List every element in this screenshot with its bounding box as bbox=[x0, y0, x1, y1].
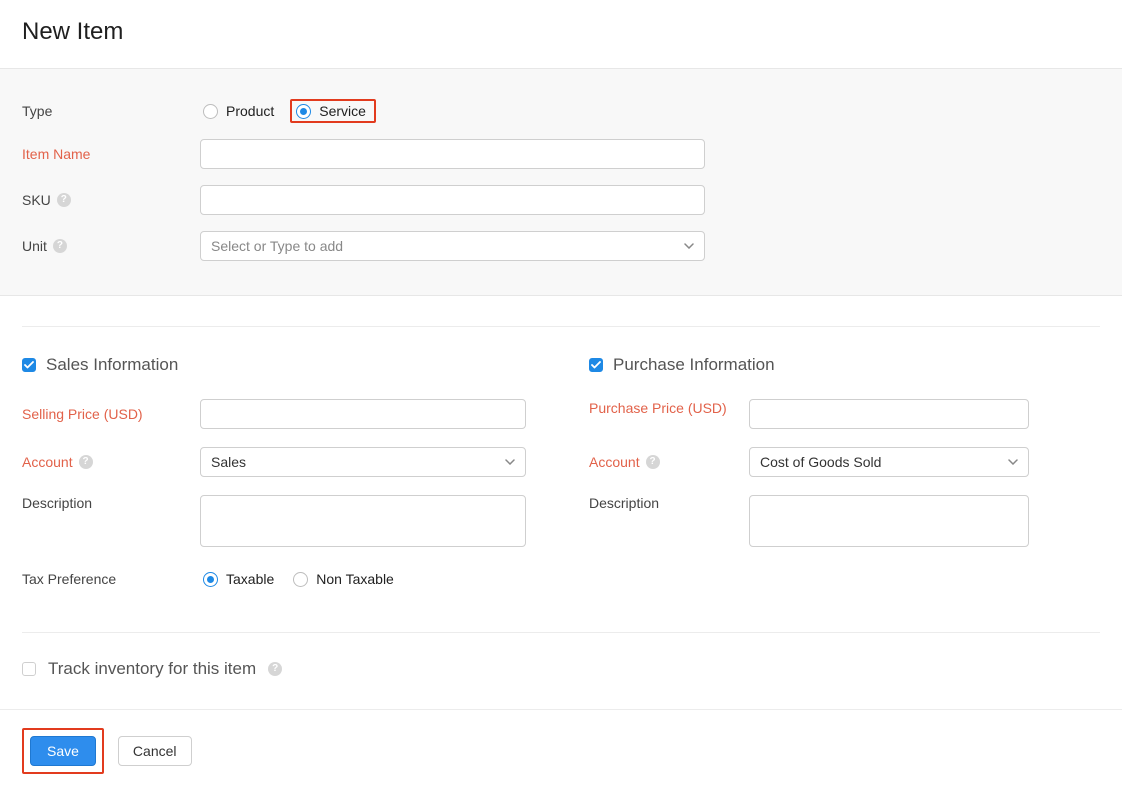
item-name-input[interactable] bbox=[200, 139, 705, 169]
tax-radio-non-taxable[interactable]: Non Taxable bbox=[290, 568, 400, 590]
purchase-account-label: Account ? bbox=[589, 454, 749, 470]
purchase-account-select[interactable]: Cost of Goods Sold bbox=[749, 447, 1029, 477]
details-section: Sales Information Selling Price (USD) Ac… bbox=[0, 296, 1122, 679]
purchase-price-input[interactable] bbox=[749, 399, 1029, 429]
sales-heading: Sales Information bbox=[46, 355, 178, 375]
tax-preference-row: Tax Preference Taxable Non Taxable bbox=[22, 568, 533, 590]
sales-description-label: Description bbox=[22, 495, 200, 511]
unit-label-text: Unit bbox=[22, 238, 47, 254]
track-inventory-row: Track inventory for this item ? bbox=[22, 659, 1100, 679]
purchase-head: Purchase Information bbox=[589, 355, 1100, 375]
radio-icon bbox=[203, 572, 218, 587]
sales-account-select[interactable]: Sales bbox=[200, 447, 526, 477]
type-radio-service[interactable]: Service bbox=[290, 99, 376, 123]
tax-radio-group: Taxable Non Taxable bbox=[200, 568, 400, 590]
unit-select[interactable]: Select or Type to add bbox=[200, 231, 705, 261]
purchase-description-row: Description bbox=[589, 495, 1100, 550]
purchase-heading: Purchase Information bbox=[613, 355, 775, 375]
tax-preference-label: Tax Preference bbox=[22, 571, 200, 587]
purchase-description-label: Description bbox=[589, 495, 749, 511]
item-name-row: Item Name bbox=[22, 139, 1100, 169]
purchase-account-row: Account ? Cost of Goods Sold bbox=[589, 447, 1100, 477]
tax-non-taxable-label: Non Taxable bbox=[316, 571, 394, 587]
selling-price-input[interactable] bbox=[200, 399, 526, 429]
radio-icon bbox=[203, 104, 218, 119]
radio-icon bbox=[296, 104, 311, 119]
sku-label: SKU ? bbox=[22, 192, 200, 208]
chevron-down-icon bbox=[684, 243, 694, 249]
sales-account-label-text: Account bbox=[22, 454, 73, 470]
type-radio-product[interactable]: Product bbox=[200, 100, 280, 122]
type-radio-service-label: Service bbox=[319, 103, 366, 119]
selling-price-label: Selling Price (USD) bbox=[22, 406, 200, 422]
sku-label-text: SKU bbox=[22, 192, 51, 208]
sales-account-label: Account ? bbox=[22, 454, 200, 470]
help-icon[interactable]: ? bbox=[53, 239, 67, 253]
unit-row: Unit ? Select or Type to add bbox=[22, 231, 1100, 261]
sales-column: Sales Information Selling Price (USD) Ac… bbox=[22, 355, 533, 608]
type-row: Type Product Service bbox=[22, 99, 1100, 123]
type-radio-group: Product Service bbox=[200, 99, 376, 123]
selling-price-row: Selling Price (USD) bbox=[22, 399, 533, 429]
purchase-account-value: Cost of Goods Sold bbox=[760, 454, 881, 470]
radio-icon bbox=[293, 572, 308, 587]
purchase-account-label-text: Account bbox=[589, 454, 640, 470]
help-icon[interactable]: ? bbox=[57, 193, 71, 207]
unit-placeholder: Select or Type to add bbox=[211, 238, 343, 254]
page-title: New Item bbox=[22, 18, 1100, 46]
tax-taxable-label: Taxable bbox=[226, 571, 274, 587]
unit-label: Unit ? bbox=[22, 238, 200, 254]
purchase-price-label: Purchase Price (USD) bbox=[589, 399, 749, 419]
help-icon[interactable]: ? bbox=[646, 455, 660, 469]
track-inventory-checkbox[interactable] bbox=[22, 662, 36, 676]
purchase-column: Purchase Information Purchase Price (USD… bbox=[589, 355, 1100, 608]
sales-description-row: Description bbox=[22, 495, 533, 550]
sales-checkbox[interactable] bbox=[22, 358, 36, 372]
purchase-checkbox[interactable] bbox=[589, 358, 603, 372]
sales-account-row: Account ? Sales bbox=[22, 447, 533, 477]
sku-row: SKU ? bbox=[22, 185, 1100, 215]
sales-description-input[interactable] bbox=[200, 495, 526, 547]
help-icon[interactable]: ? bbox=[268, 662, 282, 676]
divider bbox=[22, 326, 1100, 327]
chevron-down-icon bbox=[1008, 459, 1018, 465]
page-header: New Item bbox=[0, 0, 1122, 68]
help-icon[interactable]: ? bbox=[79, 455, 93, 469]
save-highlight: Save bbox=[22, 728, 104, 774]
sales-head: Sales Information bbox=[22, 355, 533, 375]
type-radio-product-label: Product bbox=[226, 103, 274, 119]
tax-radio-taxable[interactable]: Taxable bbox=[200, 568, 280, 590]
chevron-down-icon bbox=[505, 459, 515, 465]
sku-input[interactable] bbox=[200, 185, 705, 215]
type-label: Type bbox=[22, 103, 200, 119]
sales-purchase-columns: Sales Information Selling Price (USD) Ac… bbox=[22, 355, 1100, 608]
purchase-description-input[interactable] bbox=[749, 495, 1029, 547]
purchase-price-row: Purchase Price (USD) bbox=[589, 399, 1100, 429]
sales-account-value: Sales bbox=[211, 454, 246, 470]
divider bbox=[22, 632, 1100, 633]
track-inventory-label: Track inventory for this item bbox=[48, 659, 256, 679]
item-name-label: Item Name bbox=[22, 146, 200, 162]
form-footer: Save Cancel bbox=[0, 709, 1122, 796]
save-button[interactable]: Save bbox=[30, 736, 96, 766]
cancel-button[interactable]: Cancel bbox=[118, 736, 192, 766]
basic-info-section: Type Product Service Item Name SKU ? bbox=[0, 68, 1122, 296]
